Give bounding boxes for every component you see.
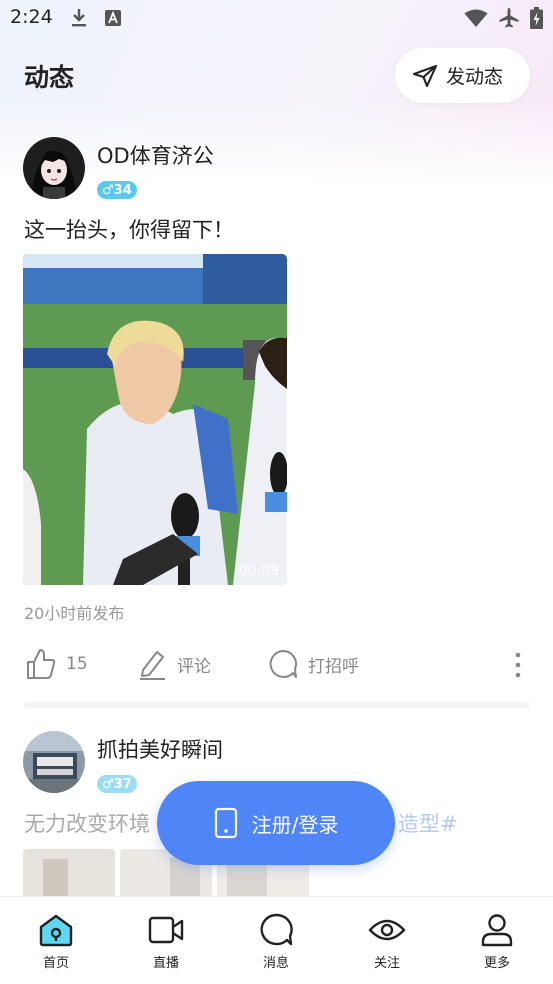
post-actions: 15 评论 打招呼 xyxy=(0,644,553,684)
font-icon xyxy=(105,10,121,26)
post-hashtag[interactable]: 造型# xyxy=(398,808,458,838)
status-time: 2:24 xyxy=(10,6,53,28)
post-username[interactable]: OD体育济公 xyxy=(97,140,214,170)
airplane-mode-icon xyxy=(499,8,519,28)
post-text: 无力改变环境 xyxy=(24,808,150,838)
comment-label: 评论 xyxy=(177,656,211,677)
message-icon xyxy=(260,913,293,946)
download-icon xyxy=(72,9,86,27)
post-text-start: 无力改变环境 xyxy=(24,812,150,836)
post-username[interactable]: 抓拍美好瞬间 xyxy=(97,734,223,764)
tab-more-label: 更多 xyxy=(483,956,510,971)
post-moment-label: 发动态 xyxy=(446,66,504,88)
like-count: 15 xyxy=(66,654,88,674)
tab-home-label: 首页 xyxy=(42,956,69,971)
tab-home[interactable]: 首页 xyxy=(16,897,96,984)
tab-messages-label: 消息 xyxy=(262,956,289,971)
video-thumbnail[interactable]: 00:09 xyxy=(23,254,287,585)
comment-button[interactable]: 评论 xyxy=(137,644,211,684)
avatar[interactable] xyxy=(23,731,85,793)
wifi-icon xyxy=(464,9,488,27)
battery-charging-icon xyxy=(530,7,543,29)
page-title: 动态 xyxy=(24,63,75,92)
tab-more[interactable]: 更多 xyxy=(457,897,537,984)
greet-label: 打招呼 xyxy=(308,656,359,677)
post-image[interactable] xyxy=(23,849,115,899)
video-duration: 00:09 xyxy=(238,563,279,579)
phone-icon xyxy=(214,807,237,839)
post-hashtag-end: 造型# xyxy=(398,812,458,836)
more-options-icon[interactable] xyxy=(508,650,528,680)
tab-follow-label: 关注 xyxy=(373,956,400,971)
status-bar: 2:24 xyxy=(0,0,553,38)
tab-live-label: 直播 xyxy=(152,956,179,971)
bottom-tab-bar: 首页 直播 消息 关注 更多 xyxy=(0,896,553,984)
thumbs-up-icon xyxy=(27,649,56,679)
register-login-button[interactable]: 注册/登录 xyxy=(157,781,395,865)
post-moment-button[interactable]: 发动态 xyxy=(395,48,530,103)
post-time: 20小时前发布 xyxy=(24,604,125,623)
tab-messages[interactable]: 消息 xyxy=(236,897,316,984)
gender-age-badge: ♂34 xyxy=(97,181,137,199)
like-button[interactable]: 15 xyxy=(26,644,88,684)
profile-icon xyxy=(481,914,513,947)
chat-bubble-icon xyxy=(269,650,297,678)
post-text: 这一抬头，你得留下！ xyxy=(24,218,234,242)
greet-button[interactable]: 打招呼 xyxy=(268,644,359,684)
eye-icon xyxy=(368,919,406,941)
tab-follow[interactable]: 关注 xyxy=(347,897,427,984)
pencil-icon xyxy=(140,651,165,680)
avatar[interactable] xyxy=(23,137,85,199)
tab-live[interactable]: 直播 xyxy=(126,897,206,984)
post-divider xyxy=(24,702,530,708)
home-icon xyxy=(39,914,73,947)
gender-age-badge: ♂37 xyxy=(97,775,137,793)
video-camera-icon xyxy=(148,916,184,944)
register-login-label: 注册/登录 xyxy=(251,812,339,837)
send-icon xyxy=(412,64,438,87)
